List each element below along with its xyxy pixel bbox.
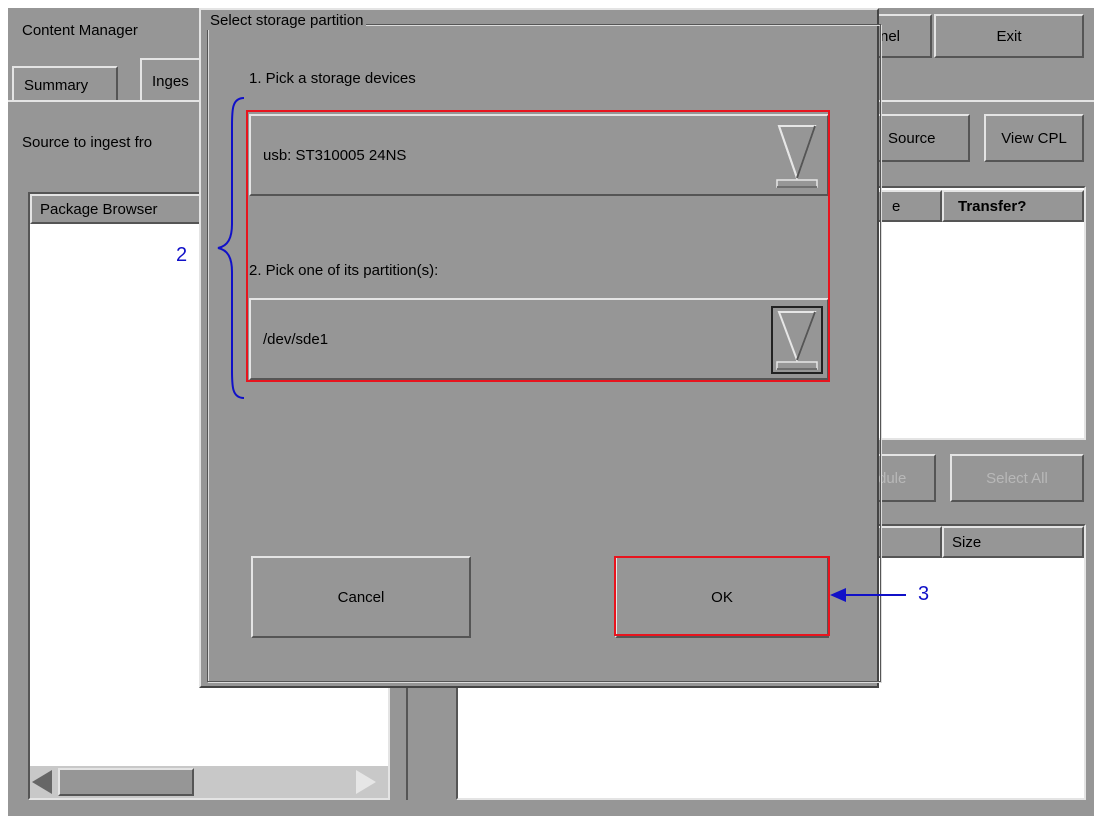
partition-value: /dev/sde1 xyxy=(263,330,329,348)
size-col-header-label: Size xyxy=(952,533,982,551)
partition-dropdown-arrow-icon[interactable] xyxy=(771,306,823,374)
select-source-label: Source xyxy=(888,129,936,147)
scroll-thumb[interactable] xyxy=(58,768,194,796)
dialog-ok-label: OK xyxy=(711,588,733,606)
annotation-label-3: 3 xyxy=(918,583,930,605)
storage-device-dropdown[interactable]: usb: ST310005 24NS xyxy=(249,114,829,196)
tab-summary[interactable]: Summary xyxy=(12,66,118,102)
top-cancel-label: nel xyxy=(880,27,901,45)
view-cpl-button[interactable]: View CPL xyxy=(984,114,1084,162)
partition-dropdown[interactable]: /dev/sde1 xyxy=(249,298,829,380)
select-storage-dialog: Select storage partition 1. Pick a stora… xyxy=(199,8,881,688)
dialog-title: Select storage partition xyxy=(207,12,367,30)
dialog-cancel-label: Cancel xyxy=(337,588,385,606)
app-title: Content Manager xyxy=(22,22,138,39)
tab-ingest-label: Inges xyxy=(152,72,189,90)
dialog-ok-button[interactable]: OK xyxy=(615,556,829,638)
package-browser-scrollbar[interactable] xyxy=(30,766,388,798)
dialog-cancel-button[interactable]: Cancel xyxy=(251,556,471,638)
select-all-label: Select All xyxy=(986,469,1048,487)
device-dropdown-arrow-icon[interactable] xyxy=(771,122,823,190)
scroll-left-icon[interactable] xyxy=(32,770,52,794)
select-all-button[interactable]: Select All xyxy=(950,454,1084,502)
size-col-header[interactable]: Size xyxy=(942,526,1084,558)
annotation-brace-icon xyxy=(210,96,250,400)
annotation-arrow-icon xyxy=(830,585,910,605)
right-col-header-partial-label: e xyxy=(892,197,901,215)
tab-summary-label: Summary xyxy=(24,76,89,94)
exit-label: Exit xyxy=(996,27,1022,45)
view-cpl-label: View CPL xyxy=(1001,129,1067,147)
storage-device-value: usb: ST310005 24NS xyxy=(263,146,407,164)
step2-label: 2. Pick one of its partition(s): xyxy=(249,262,439,279)
step1-label: 1. Pick a storage devices xyxy=(249,70,416,87)
transfer-col-header-label: Transfer? xyxy=(958,197,1027,215)
source-label: Source to ingest fro xyxy=(22,134,153,151)
scroll-right-icon[interactable] xyxy=(356,770,376,794)
package-browser-header-label: Package Browser xyxy=(40,200,158,218)
exit-button[interactable]: Exit xyxy=(934,14,1084,58)
select-source-button[interactable]: Source xyxy=(866,114,970,162)
annotation-label-2: 2 xyxy=(176,244,188,266)
transfer-col-header[interactable]: Transfer? xyxy=(942,190,1084,222)
schedule-label: dule xyxy=(878,469,907,487)
